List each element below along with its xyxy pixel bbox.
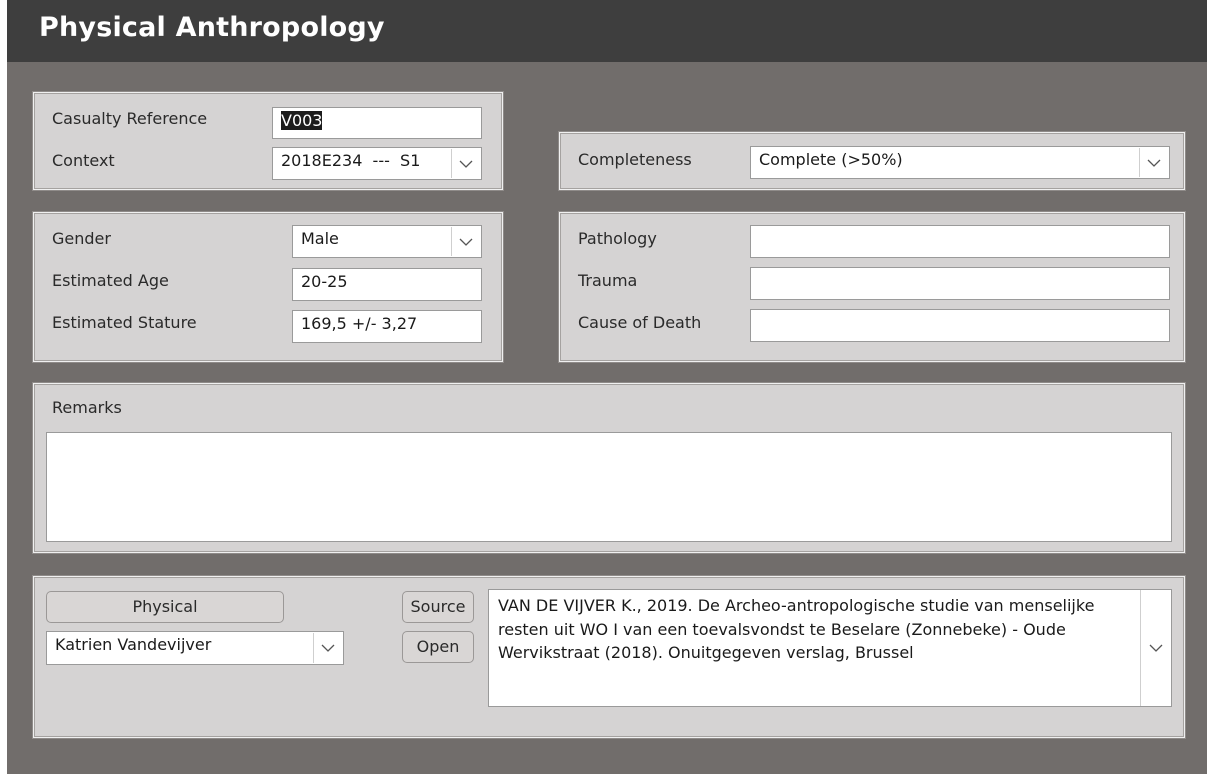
estimated-age-field[interactable]: 20-25 bbox=[292, 268, 482, 301]
estimated-stature-label: Estimated Stature bbox=[52, 313, 197, 332]
context-value: 2018E234 --- S1 bbox=[281, 151, 421, 170]
context-label: Context bbox=[52, 151, 115, 170]
source-reference-box[interactable]: VAN DE VIJVER K., 2019. De Archeo-antrop… bbox=[488, 589, 1172, 707]
casualty-reference-label: Casualty Reference bbox=[52, 109, 208, 128]
remarks-label: Remarks bbox=[52, 398, 122, 417]
source-reference-text: VAN DE VIJVER K., 2019. De Archeo-antrop… bbox=[498, 596, 1095, 662]
gender-value: Male bbox=[301, 229, 339, 248]
completeness-panel: Completeness Complete (>50%) bbox=[559, 132, 1185, 190]
chevron-down-icon[interactable] bbox=[1140, 590, 1171, 706]
person-select[interactable]: Katrien Vandevijver bbox=[46, 631, 344, 665]
estimated-stature-field[interactable]: 169,5 +/- 3,27 bbox=[292, 310, 482, 343]
casualty-panel: Casualty Reference V003 Context 2018E234… bbox=[33, 92, 503, 190]
estimated-age-label: Estimated Age bbox=[52, 271, 169, 290]
physical-button[interactable]: Physical bbox=[46, 591, 284, 623]
completeness-select[interactable]: Complete (>50%) bbox=[750, 146, 1170, 179]
title-bar: Physical Anthropology bbox=[7, 0, 1207, 62]
casualty-reference-field[interactable]: V003 bbox=[272, 107, 482, 139]
context-select[interactable]: 2018E234 --- S1 bbox=[272, 147, 482, 180]
chevron-down-icon[interactable] bbox=[451, 149, 480, 178]
gender-select[interactable]: Male bbox=[292, 225, 482, 258]
source-panel: Physical Katrien Vandevijver Source Open… bbox=[33, 576, 1185, 738]
chevron-down-icon[interactable] bbox=[451, 227, 480, 256]
casualty-reference-value: V003 bbox=[281, 111, 323, 130]
chevron-down-icon[interactable] bbox=[1139, 148, 1168, 177]
remarks-panel: Remarks bbox=[33, 383, 1185, 553]
open-button[interactable]: Open bbox=[402, 631, 474, 663]
source-button[interactable]: Source bbox=[402, 591, 474, 623]
pathology-field[interactable] bbox=[750, 225, 1170, 258]
cause-of-death-label: Cause of Death bbox=[578, 313, 702, 332]
cause-of-death-field[interactable] bbox=[750, 309, 1170, 342]
window-title: Physical Anthropology bbox=[39, 12, 385, 43]
form-window: Physical Anthropology Casualty Reference… bbox=[7, 0, 1207, 774]
estimated-stature-value: 169,5 +/- 3,27 bbox=[301, 314, 418, 333]
estimated-age-value: 20-25 bbox=[301, 272, 348, 291]
chevron-down-icon[interactable] bbox=[313, 633, 342, 663]
trauma-field[interactable] bbox=[750, 267, 1170, 300]
completeness-label: Completeness bbox=[578, 150, 692, 169]
remarks-textarea[interactable] bbox=[46, 432, 1172, 542]
trauma-label: Trauma bbox=[578, 271, 638, 290]
completeness-value: Complete (>50%) bbox=[759, 150, 903, 169]
gender-label: Gender bbox=[52, 229, 111, 248]
person-value: Katrien Vandevijver bbox=[55, 635, 212, 654]
biology-panel: Gender Male Estimated Age 20-25 Estimate… bbox=[33, 212, 503, 362]
pathology-label: Pathology bbox=[578, 229, 657, 248]
condition-panel: Pathology Trauma Cause of Death bbox=[559, 212, 1185, 362]
